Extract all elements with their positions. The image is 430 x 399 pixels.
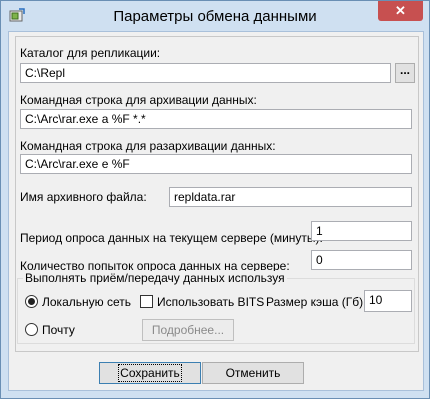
dialog-window: Параметры обмена данными ✕ Каталог для р… (0, 0, 430, 399)
poll-period-label: Период опроса данных на текущем сервере … (20, 231, 323, 245)
save-button-label: Сохранить (118, 364, 182, 382)
archive-file-input[interactable]: repldata.rar (169, 187, 412, 207)
poll-attempts-input[interactable]: 0 (311, 250, 412, 270)
replication-dir-input[interactable]: C:\Repl (20, 63, 391, 83)
mail-label[interactable]: Почту (42, 323, 75, 337)
replication-label: Каталог для репликации: (20, 46, 161, 60)
unarchive-cmd-label: Командная строка для разархивации данных… (20, 139, 276, 153)
archive-cmd-label: Командная строка для архивации данных: (20, 93, 257, 107)
poll-period-input[interactable]: 1 (311, 221, 412, 241)
archive-cmd-input[interactable]: C:\Arc\rar.exe a %F *.* (20, 109, 412, 129)
cache-size-input[interactable]: 10 (364, 290, 412, 312)
title-bar: Параметры обмена данными ✕ (1, 1, 429, 31)
close-button[interactable]: ✕ (378, 1, 423, 21)
cache-size-label: Размер кэша (Гб): (266, 295, 367, 309)
local-network-radio[interactable] (25, 295, 38, 308)
bits-checkbox[interactable] (140, 295, 153, 308)
mail-radio[interactable] (25, 323, 38, 336)
window-title: Параметры обмена данными (113, 8, 317, 25)
unarchive-cmd-input[interactable]: C:\Arc\rar.exe e %F (20, 154, 412, 174)
bits-label[interactable]: Использовать BITS (157, 295, 264, 309)
save-button[interactable]: Сохранить (99, 362, 201, 384)
dialog-body: Каталог для репликации: C:\Repl ... Кома… (8, 31, 424, 391)
local-network-label[interactable]: Локальную сеть (42, 295, 131, 309)
archive-file-label: Имя архивного файла: (20, 190, 147, 204)
details-button[interactable]: Подробнее... (142, 319, 234, 341)
cancel-button[interactable]: Отменить (202, 362, 304, 384)
browse-button[interactable]: ... (395, 63, 415, 83)
transfer-group-title: Выполнять приём/передачу данных использу… (23, 271, 287, 285)
